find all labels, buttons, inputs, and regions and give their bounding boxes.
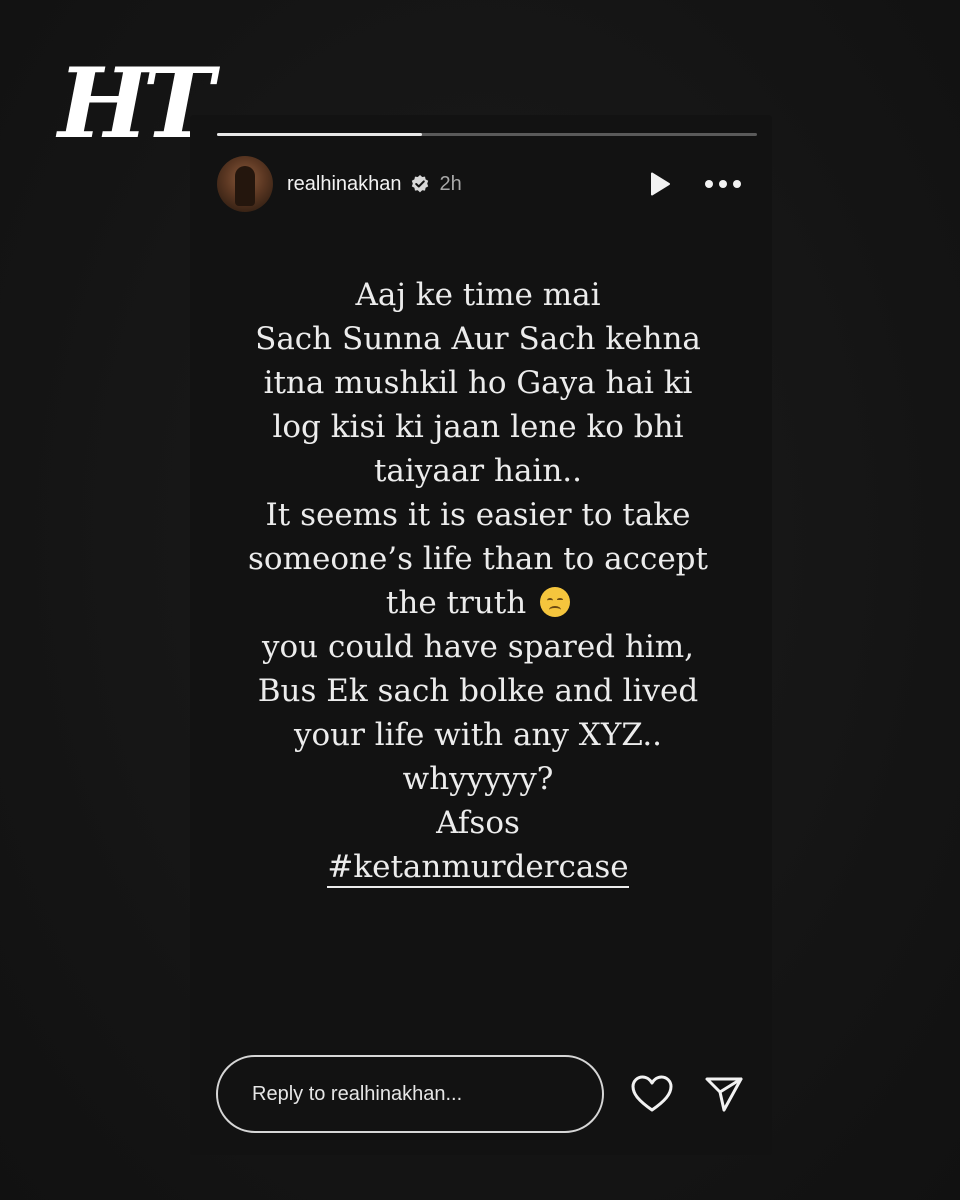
disappointed-face-emoji [540,587,571,617]
story-text-line: Afsos [436,805,520,841]
page: HT realhinakhan 2h Aaj ke time mai Sach … [0,0,960,1200]
story-text: Aaj ke time mai Sach Sunna Aur Sach kehn… [190,273,766,889]
story-text-line: whyyyyy? [402,761,554,797]
reply-input[interactable] [216,1055,604,1133]
send-icon[interactable] [702,1073,746,1115]
story-text-line: taiyaar hain.. [373,453,583,489]
avatar[interactable] [217,156,273,212]
story-time-ago: 2h [439,172,462,195]
story-text-line: itna mushkil ho Gaya hai ki [263,365,693,401]
story-text-line: It seems it is easier to take [265,497,691,533]
story-progress-bar [217,133,757,136]
heart-icon[interactable] [630,1073,674,1115]
story-text-line: Sach Sunna Aur Sach kehna [255,321,701,357]
story-text-line: someone’s life than to accept [248,541,708,577]
hashtag-line: #ketanmurdercase [190,845,766,889]
story-footer [216,1055,756,1133]
story-text-line: log kisi ki jaan lene ko bhi [272,409,684,445]
story-header: realhinakhan 2h [217,155,757,213]
story-text-fragment: the truth [385,585,527,621]
verified-badge-icon [410,174,430,194]
username[interactable]: realhinakhan [287,173,402,196]
story-card: realhinakhan 2h Aaj ke time mai Sach Sun… [190,115,772,1155]
play-icon[interactable] [647,171,673,197]
story-text-line: your life with any XYZ.. [293,717,663,753]
story-text-line: you could have spared him, [262,629,694,665]
hashtag-link[interactable]: #ketanmurdercase [327,848,629,888]
story-text-line: Bus Ek sach bolke and lived [257,673,699,709]
story-text-line-with-emoji: the truth [190,581,766,625]
story-progress-fill [217,133,423,136]
more-horizontal-icon[interactable] [701,171,745,197]
story-text-line: Aaj ke time mai [355,277,601,313]
